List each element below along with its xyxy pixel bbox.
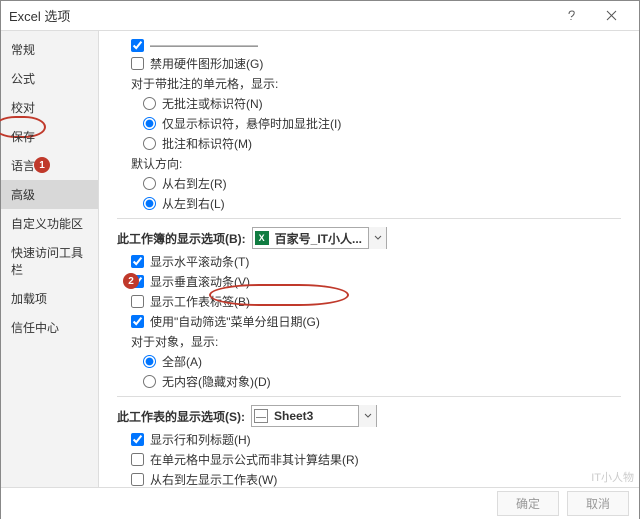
window-title: Excel 选项 — [9, 6, 551, 25]
comment-header: 对于带批注的单元格，显示: — [131, 75, 621, 92]
radio-comment-indicator[interactable] — [143, 137, 156, 150]
cancel-button[interactable]: 取消 — [567, 491, 629, 516]
chevron-down-icon — [358, 405, 376, 427]
annotation-badge-1: 1 — [34, 157, 50, 173]
radio-ltr[interactable] — [143, 197, 156, 210]
chk-row-col-headers[interactable] — [131, 433, 144, 446]
close-button[interactable] — [591, 2, 631, 30]
chk-show-formulas[interactable] — [131, 453, 144, 466]
workbook-dropdown[interactable]: X百家号_IT小人... — [252, 227, 387, 249]
radio-rtl[interactable] — [143, 177, 156, 190]
direction-header: 默认方向: — [131, 155, 621, 172]
objects-header: 对于对象，显示: — [131, 333, 621, 350]
radio-obj-all[interactable] — [143, 355, 156, 368]
chk-sheet-tabs[interactable] — [131, 295, 144, 308]
main-panel: ————————— 禁用硬件图形加速(G) 对于带批注的单元格，显示: 无批注或… — [99, 31, 639, 487]
help-button[interactable] — [551, 2, 591, 30]
chk-hscroll[interactable] — [131, 255, 144, 268]
sheet-display-header: 此工作表的显示选项(S): Sheet3 — [117, 405, 621, 427]
sidebar-item-proofing[interactable]: 校对 — [1, 93, 98, 122]
ok-button[interactable]: 确定 — [497, 491, 559, 516]
chk-group-dates[interactable] — [131, 315, 144, 328]
chevron-down-icon — [368, 227, 386, 249]
sidebar-item-general[interactable]: 常规 — [1, 35, 98, 64]
sidebar-item-save[interactable]: 保存 — [1, 122, 98, 151]
chk-partial-top[interactable] — [131, 39, 144, 52]
chk-rtl-sheet[interactable] — [131, 473, 144, 486]
sidebar-item-customize-ribbon[interactable]: 自定义功能区 — [1, 209, 98, 238]
sidebar-item-formulas[interactable]: 公式 — [1, 64, 98, 93]
sidebar-item-trust-center[interactable]: 信任中心 — [1, 313, 98, 342]
footer: 确定 取消 — [1, 487, 639, 519]
radio-indicator-only[interactable] — [143, 117, 156, 130]
sidebar-item-language[interactable]: 语言1 — [1, 151, 98, 180]
sidebar-item-advanced[interactable]: 高级 — [1, 180, 98, 209]
chk-disable-hw[interactable] — [131, 57, 144, 70]
sidebar: 常规 公式 校对 保存 语言1 高级 自定义功能区 快速访问工具栏 加载项 信任… — [1, 31, 99, 487]
excel-icon: X — [255, 231, 269, 245]
titlebar: Excel 选项 — [1, 1, 639, 31]
sheet-icon — [254, 409, 268, 423]
workbook-display-header: 此工作簿的显示选项(B): X百家号_IT小人... — [117, 227, 621, 249]
annotation-badge-2: 2 — [123, 273, 139, 289]
sidebar-item-addins[interactable]: 加载项 — [1, 284, 98, 313]
radio-obj-none[interactable] — [143, 375, 156, 388]
sidebar-item-quick-access[interactable]: 快速访问工具栏 — [1, 238, 98, 284]
sheet-dropdown[interactable]: Sheet3 — [251, 405, 377, 427]
radio-no-comment[interactable] — [143, 97, 156, 110]
